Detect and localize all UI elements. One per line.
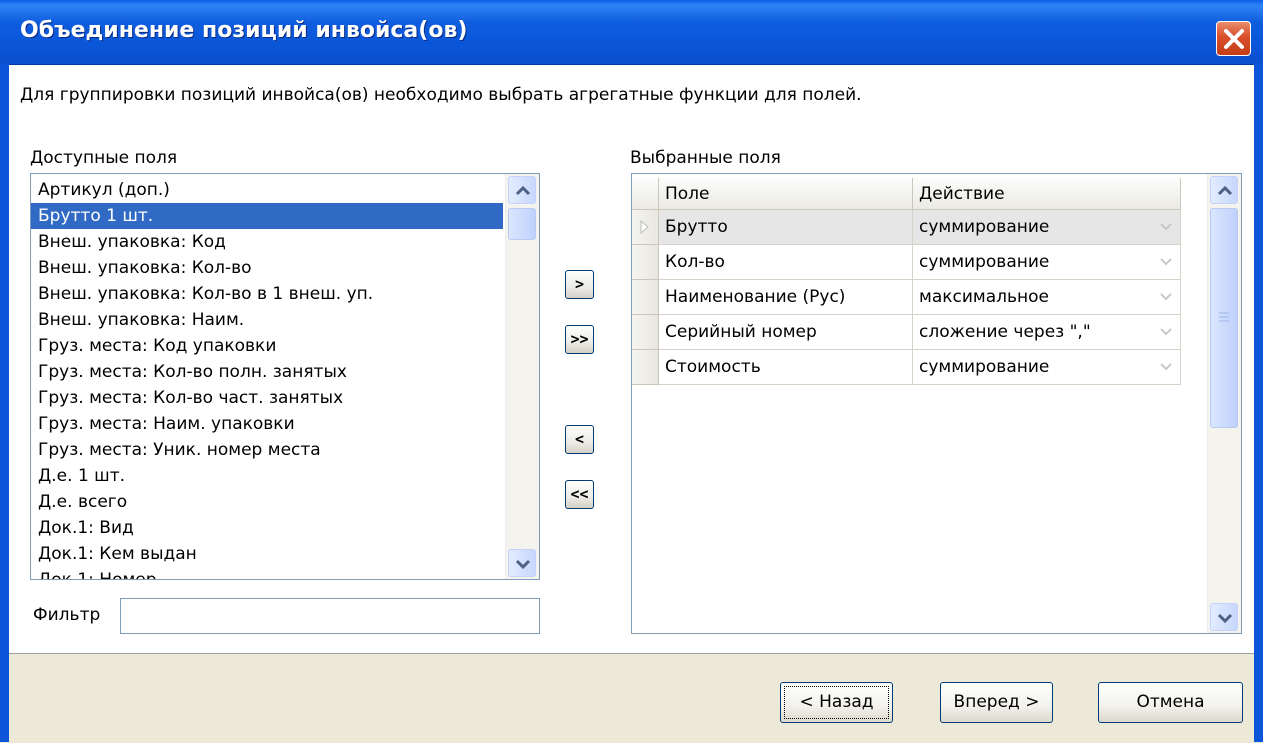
- row-header[interactable]: [632, 350, 659, 385]
- title-bar: Объединение позиций инвойса(ов): [0, 0, 1263, 65]
- description-text: Для группировки позиций инвойса(ов) необ…: [20, 85, 862, 105]
- window-title: Объединение позиций инвойса(ов): [20, 18, 468, 43]
- chevron-down-icon: [515, 559, 531, 570]
- list-item[interactable]: Док.1: Вид: [31, 515, 503, 541]
- action-value: суммирование: [919, 217, 1050, 237]
- list-item[interactable]: Груз. места: Уник. номер места: [31, 437, 503, 463]
- list-item[interactable]: Док.1: Номер: [31, 567, 503, 579]
- field-cell[interactable]: Серийный номер: [659, 315, 913, 350]
- back-button[interactable]: < Назад: [780, 682, 893, 723]
- action-value: сложение через ",": [919, 322, 1091, 342]
- filter-input[interactable]: [120, 598, 540, 634]
- chevron-up-icon: [515, 185, 531, 196]
- row-header[interactable]: [632, 245, 659, 280]
- action-value: суммирование: [919, 252, 1050, 272]
- action-value: максимальное: [919, 287, 1050, 307]
- list-item[interactable]: Внеш. упаковка: Кол-во в 1 внеш. уп.: [31, 281, 503, 307]
- field-cell[interactable]: Кол-во: [659, 245, 913, 280]
- list-item[interactable]: Брутто 1 шт.: [31, 203, 503, 229]
- chevron-down-icon[interactable]: [1158, 219, 1174, 235]
- list-item[interactable]: Внеш. упаковка: Наим.: [31, 307, 503, 333]
- remove-field-button[interactable]: <: [565, 425, 594, 454]
- window-frame-right: [1254, 64, 1263, 742]
- column-header-action[interactable]: Действие: [913, 178, 1181, 210]
- row-header[interactable]: [632, 210, 659, 245]
- scroll-thumb[interactable]: [508, 208, 536, 240]
- close-icon: [1224, 29, 1244, 49]
- grid-scroll-thumb[interactable]: [1210, 208, 1238, 428]
- column-header-field[interactable]: Поле: [659, 178, 913, 210]
- selected-fields-grid[interactable]: Поле Действие Брутто суммирование Кол-во су…: [631, 173, 1242, 634]
- scroll-down-button[interactable]: [508, 549, 536, 577]
- next-button-label: Вперед >: [953, 692, 1040, 712]
- cancel-button-label: Отмена: [1136, 692, 1205, 712]
- chevron-down-icon: [1217, 613, 1233, 624]
- list-item[interactable]: Груз. места: Код упаковки: [31, 333, 503, 359]
- cancel-button[interactable]: Отмена: [1098, 682, 1243, 723]
- grid-scroll-up-button[interactable]: [1210, 176, 1238, 204]
- next-button[interactable]: Вперед >: [940, 682, 1053, 723]
- grid-corner: [632, 178, 659, 210]
- window-frame-left: [0, 64, 9, 742]
- action-combo[interactable]: сложение через ",": [913, 315, 1181, 350]
- list-item[interactable]: Груз. места: Кол-во част. занятых: [31, 385, 503, 411]
- dialog-footer: [9, 653, 1254, 743]
- list-item[interactable]: Артикул (доп.): [31, 177, 503, 203]
- available-fields-label: Доступные поля: [30, 148, 178, 168]
- field-cell[interactable]: Наименование (Рус): [659, 280, 913, 315]
- grid-scrollbar[interactable]: [1207, 174, 1241, 633]
- selected-fields-label: Выбранные поля: [630, 148, 781, 168]
- chevron-down-icon[interactable]: [1158, 289, 1174, 305]
- field-cell[interactable]: Стоимость: [659, 350, 913, 385]
- add-all-fields-button[interactable]: >>: [565, 325, 594, 354]
- list-item[interactable]: Внеш. упаковка: Кол-во: [31, 255, 503, 281]
- list-item[interactable]: Груз. места: Наим. упаковки: [31, 411, 503, 437]
- action-combo[interactable]: суммирование: [913, 350, 1181, 385]
- available-fields-list[interactable]: Артикул (доп.) Брутто 1 шт. Внеш. упаковка…: [30, 173, 540, 580]
- filter-label: Фильтр: [33, 605, 101, 625]
- list-item[interactable]: Д.е. всего: [31, 489, 503, 515]
- chevron-down-icon[interactable]: [1158, 359, 1174, 375]
- grip-icon: [1219, 312, 1229, 322]
- chevron-down-icon[interactable]: [1158, 254, 1174, 270]
- chevron-down-icon[interactable]: [1158, 324, 1174, 340]
- action-combo[interactable]: суммирование: [913, 210, 1181, 245]
- list-item[interactable]: Док.1: Кем выдан: [31, 541, 503, 567]
- list-item[interactable]: Внеш. упаковка: Код: [31, 229, 503, 255]
- action-combo[interactable]: суммирование: [913, 245, 1181, 280]
- action-value: суммирование: [919, 357, 1050, 377]
- row-header[interactable]: [632, 315, 659, 350]
- grid-scroll-down-button[interactable]: [1210, 603, 1238, 631]
- chevron-up-icon: [1217, 185, 1233, 196]
- list-item[interactable]: Груз. места: Кол-во полн. занятых: [31, 359, 503, 385]
- row-pointer-icon: [640, 219, 649, 235]
- list-scrollbar[interactable]: [505, 174, 539, 579]
- row-header[interactable]: [632, 280, 659, 315]
- scroll-up-button[interactable]: [508, 176, 536, 204]
- field-cell[interactable]: Брутто: [659, 210, 913, 245]
- add-field-button[interactable]: >: [565, 270, 594, 299]
- close-button[interactable]: [1216, 21, 1251, 56]
- remove-all-fields-button[interactable]: <<: [565, 480, 594, 509]
- action-combo[interactable]: максимальное: [913, 280, 1181, 315]
- list-item[interactable]: Д.е. 1 шт.: [31, 463, 503, 489]
